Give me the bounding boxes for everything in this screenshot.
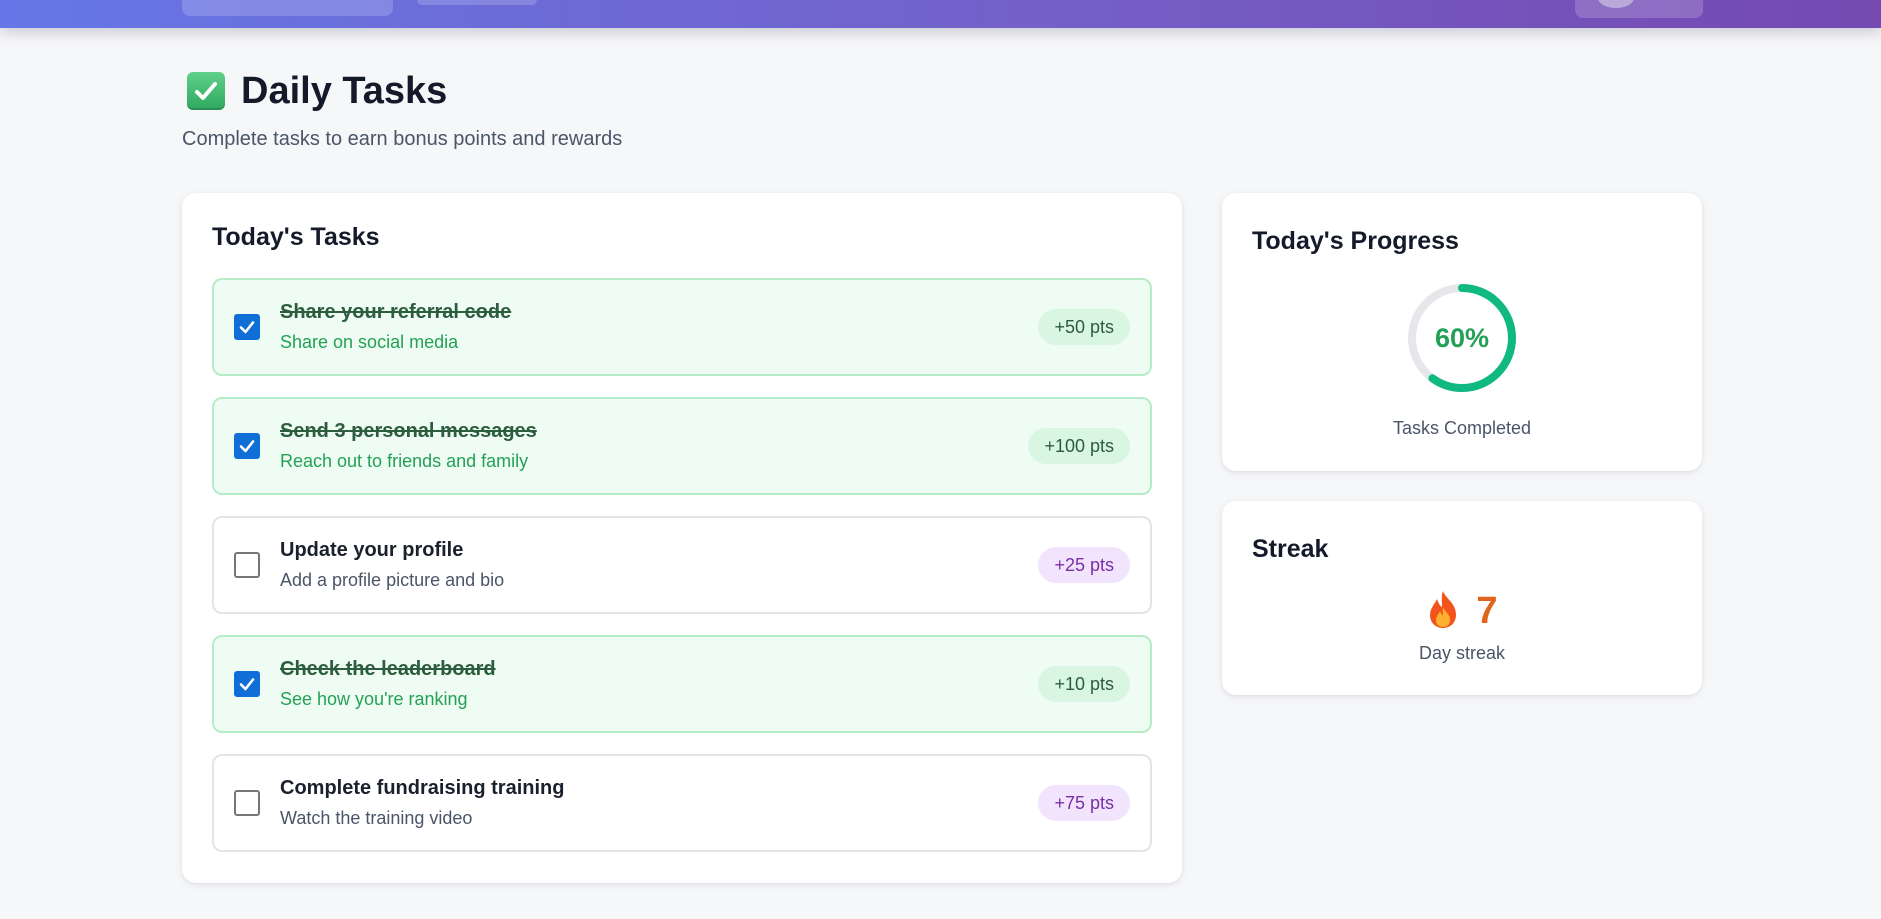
task-item[interactable]: Complete fundraising training Watch the … — [212, 754, 1152, 852]
tasks-card-title: Today's Tasks — [212, 223, 380, 251]
page-header: Daily Tasks Complete tasks to earn bonus… — [182, 68, 622, 151]
progress-ring: 60% — [1407, 283, 1517, 393]
points-badge: +10 pts — [1038, 666, 1130, 702]
streak-card: Streak 7 Day streak — [1222, 501, 1702, 695]
progress-percent: 60% — [1434, 322, 1490, 353]
points-badge: +100 pts — [1028, 428, 1130, 464]
task-description: See how you're ranking — [280, 689, 468, 709]
task-name: Update your profile — [280, 539, 464, 561]
task-item[interactable]: Share your referral code Share on social… — [212, 278, 1152, 376]
task-description: Share on social media — [280, 332, 459, 352]
user-menu-button[interactable] — [1575, 0, 1703, 18]
task-checkbox[interactable] — [234, 552, 260, 578]
task-name: Send 3 personal messages — [280, 420, 537, 442]
task-item[interactable]: Check the leaderboard See how you're ran… — [212, 635, 1152, 733]
nav-item-placeholder[interactable] — [182, 0, 393, 16]
task-description: Add a profile picture and bio — [280, 570, 505, 590]
task-text: Complete fundraising training Watch the … — [280, 777, 1038, 829]
points-badge: +75 pts — [1038, 785, 1130, 821]
points-badge: +25 pts — [1038, 547, 1130, 583]
task-text: Check the leaderboard See how you're ran… — [280, 658, 1038, 710]
task-text: Update your profile Add a profile pictur… — [280, 539, 1038, 591]
streak-card-title: Streak — [1252, 535, 1329, 563]
task-text: Send 3 personal messages Reach out to fr… — [280, 420, 1028, 472]
task-checkbox[interactable] — [234, 314, 260, 340]
task-text: Share your referral code Share on social… — [280, 301, 1038, 353]
fire-icon — [1426, 589, 1460, 634]
streak-caption: Day streak — [1418, 643, 1506, 663]
task-description: Reach out to friends and family — [280, 451, 529, 471]
page-title: Daily Tasks — [182, 68, 622, 114]
nav-item-placeholder[interactable] — [417, 0, 537, 5]
task-description: Watch the training video — [280, 808, 473, 828]
task-item[interactable]: Update your profile Add a profile pictur… — [212, 516, 1152, 614]
todays-progress-card: Today's Progress 60% Tasks Completed — [1222, 193, 1702, 471]
top-nav-bar — [0, 0, 1881, 28]
task-item[interactable]: Send 3 personal messages Reach out to fr… — [212, 397, 1152, 495]
todays-tasks-card: Today's Tasks Share your referral code S… — [182, 193, 1182, 883]
page-title-text: Daily Tasks — [241, 69, 448, 112]
page-subtitle: Complete tasks to earn bonus points and … — [182, 128, 623, 150]
task-name: Share your referral code — [280, 301, 512, 323]
progress-card-title: Today's Progress — [1252, 227, 1459, 255]
streak-row: 7 — [1222, 589, 1702, 634]
task-name: Complete fundraising training — [280, 777, 565, 799]
task-checkbox[interactable] — [234, 790, 260, 816]
check-mark-button-icon — [187, 72, 225, 110]
progress-caption: Tasks Completed — [1392, 418, 1532, 438]
streak-count: 7 — [1476, 590, 1498, 632]
task-checkbox[interactable] — [234, 433, 260, 459]
task-name: Check the leaderboard — [280, 658, 496, 680]
points-badge: +50 pts — [1038, 309, 1130, 345]
task-checkbox[interactable] — [234, 671, 260, 697]
